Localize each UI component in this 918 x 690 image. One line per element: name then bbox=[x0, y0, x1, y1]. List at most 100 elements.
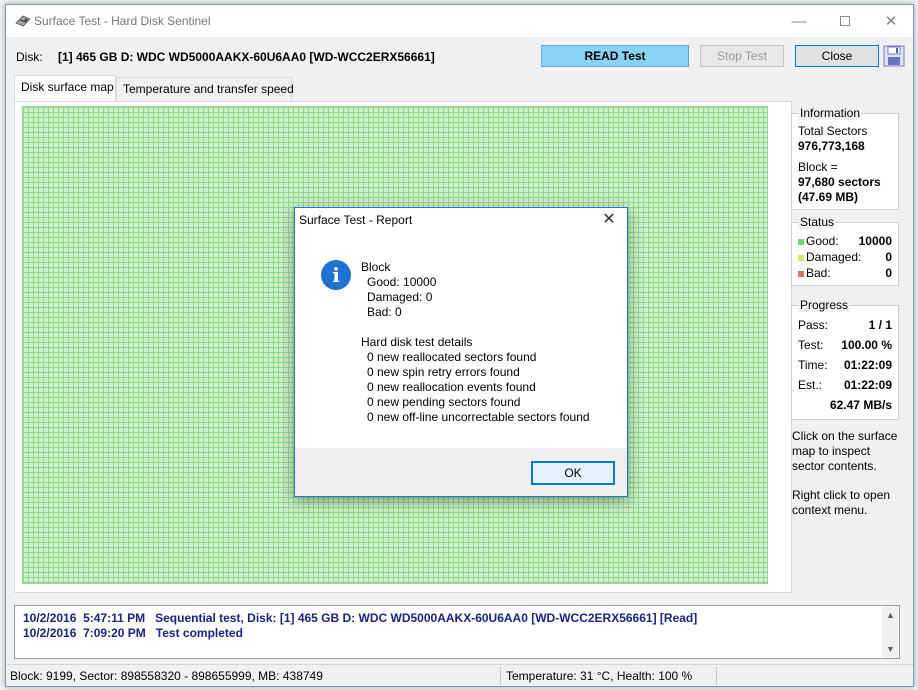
status-bad-row: Bad: 0 bbox=[798, 266, 892, 280]
good-color-swatch bbox=[798, 238, 804, 245]
block-sectors-value: 97,680 sectors bbox=[798, 175, 881, 189]
dialog-detail-1: 0 new reallocated sectors found bbox=[367, 350, 537, 364]
status-block-info: Block: 9199, Sector: 898558320 - 8986559… bbox=[10, 669, 323, 683]
status-bad-value: 0 bbox=[885, 266, 892, 280]
est-value: 01:22:09 bbox=[843, 378, 892, 392]
log-date: 10/2/2016 bbox=[23, 626, 77, 640]
bad-color-swatch bbox=[798, 270, 804, 277]
status-bad-label-wrap: Bad: bbox=[798, 266, 831, 280]
hard-disk-sentinel-icon bbox=[15, 15, 31, 27]
status-good-label: Good: bbox=[806, 234, 839, 248]
progress-test-row: Test: 100.00 % bbox=[798, 338, 892, 352]
status-damaged-label: Damaged: bbox=[806, 250, 862, 264]
speed-value: 62.47 MB/s bbox=[829, 398, 892, 412]
block-mb-row: (47.69 MB) bbox=[798, 190, 892, 204]
log-list[interactable]: 10/2/2016 5:47:11 PM Sequential test, Di… bbox=[14, 605, 900, 659]
status-good-value: 10000 bbox=[858, 234, 892, 248]
total-sectors-row: Total Sectors bbox=[798, 124, 892, 138]
test-value: 100.00 % bbox=[841, 338, 892, 352]
dialog-detail-2: 0 new spin retry errors found bbox=[367, 365, 520, 379]
tab-disk-surface-map[interactable]: Disk surface map bbox=[14, 75, 116, 101]
minimize-icon: — bbox=[791, 12, 807, 30]
window-title: Surface Test - Hard Disk Sentinel bbox=[34, 14, 211, 28]
dialog-details-heading: Hard disk test details bbox=[361, 335, 473, 349]
status-panel: Status Good: 10000 Damaged: 0 Bad: 0 bbox=[791, 215, 899, 286]
maximize-icon bbox=[840, 16, 850, 26]
status-good-label-wrap: Good: bbox=[798, 234, 839, 248]
scroll-up-icon[interactable]: ▲ bbox=[886, 610, 895, 620]
status-divider bbox=[500, 667, 501, 685]
dialog-detail-4: 0 new pending sectors found bbox=[367, 395, 521, 409]
disk-label: Disk: bbox=[16, 50, 43, 64]
progress-est-row: Est.: 01:22:09 bbox=[798, 378, 892, 392]
log-entry: 10/2/2016 7:09:20 PM Test completed bbox=[23, 626, 243, 640]
damaged-color-swatch bbox=[798, 254, 804, 261]
status-damaged-row: Damaged: 0 bbox=[798, 250, 892, 264]
total-sectors-value-row: 976,773,168 bbox=[798, 139, 892, 153]
time-value: 01:22:09 bbox=[843, 358, 892, 372]
status-damaged-label-wrap: Damaged: bbox=[798, 250, 861, 264]
block-mb-value: (47.69 MB) bbox=[798, 190, 859, 204]
status-bad-label: Bad: bbox=[806, 266, 831, 280]
progress-speed-row: 62.47 MB/s bbox=[798, 398, 892, 412]
log-entry: 10/2/2016 5:47:11 PM Sequential test, Di… bbox=[23, 611, 697, 625]
status-divider bbox=[716, 667, 717, 685]
time-label: Time: bbox=[798, 358, 828, 372]
status-legend: Status bbox=[798, 215, 837, 229]
information-legend: Information bbox=[798, 106, 863, 120]
dialog-detail-5: 0 new off-line uncorrectable sectors fou… bbox=[367, 410, 590, 424]
tab-temperature-transfer-speed[interactable]: Temperature and transfer speed bbox=[116, 77, 294, 101]
dialog-title: Surface Test - Report bbox=[299, 213, 413, 227]
close-icon: ✕ bbox=[884, 13, 898, 30]
log-time: 7:09:20 PM bbox=[83, 626, 146, 640]
information-panel: Information Total Sectors 976,773,168 Bl… bbox=[791, 106, 899, 210]
dialog-block-heading: Block bbox=[361, 260, 391, 274]
close-button[interactable]: Close bbox=[795, 45, 879, 67]
block-sectors-row: 97,680 sectors bbox=[798, 175, 892, 189]
read-test-indicator: READ Test bbox=[541, 45, 689, 67]
progress-legend: Progress bbox=[798, 298, 851, 312]
report-dialog: Surface Test - Report ✕ i Block Good: 10… bbox=[294, 207, 628, 497]
block-label: Block = bbox=[798, 160, 838, 174]
est-label: Est.: bbox=[798, 378, 823, 392]
disk-toolbar: Disk: [1] 465 GB D: WDC WD5000AAKX-60U6A… bbox=[6, 41, 913, 71]
log-text: Sequential test, Disk: [1] 465 GB D: WDC… bbox=[155, 611, 698, 625]
stop-test-button[interactable]: Stop Test bbox=[700, 45, 784, 67]
click-hint-line-1: Click on the surface bbox=[792, 429, 898, 443]
dialog-damaged: Damaged: 0 bbox=[367, 290, 433, 304]
info-icon: i bbox=[321, 260, 351, 290]
maximize-button[interactable] bbox=[822, 5, 868, 37]
status-bar: Block: 9199, Sector: 898558320 - 8986559… bbox=[6, 664, 913, 686]
pass-value: 1 / 1 bbox=[868, 318, 892, 332]
dialog-close-button[interactable]: ✕ bbox=[597, 209, 621, 231]
status-good-row: Good: 10000 bbox=[798, 234, 892, 248]
progress-panel: Progress Pass: 1 / 1 Test: 100.00 % Time: 0… bbox=[791, 298, 899, 420]
dialog-good: Good: 10000 bbox=[367, 275, 437, 289]
dialog-bad: Bad: 0 bbox=[367, 305, 402, 319]
minimize-button[interactable]: — bbox=[776, 5, 822, 37]
total-sectors-value: 976,773,168 bbox=[798, 139, 865, 153]
dialog-detail-3: 0 new reallocation events found bbox=[367, 380, 536, 394]
block-row: Block = bbox=[798, 160, 892, 174]
progress-pass-row: Pass: 1 / 1 bbox=[798, 318, 892, 332]
save-icon[interactable] bbox=[883, 45, 905, 67]
log-date: 10/2/2016 bbox=[23, 611, 77, 625]
scroll-down-icon[interactable]: ▼ bbox=[886, 644, 895, 654]
total-sectors-label: Total Sectors bbox=[798, 124, 868, 138]
pass-label: Pass: bbox=[798, 318, 829, 332]
ok-button[interactable]: OK bbox=[531, 461, 615, 485]
title-bar: Surface Test - Hard Disk Sentinel — ✕ bbox=[6, 5, 913, 37]
status-temperature-health: Temperature: 31 °C, Health: 100 % bbox=[506, 669, 693, 683]
close-icon: ✕ bbox=[602, 211, 616, 228]
test-label: Test: bbox=[798, 338, 824, 352]
dialog-footer: OK bbox=[295, 448, 627, 496]
log-text: Test completed bbox=[155, 626, 243, 640]
right-click-hint-line-2: context menu. bbox=[792, 503, 868, 517]
click-hint: Click on the surface map to inspect sect… bbox=[792, 429, 910, 474]
progress-time-row: Time: 01:22:09 bbox=[798, 358, 892, 372]
click-hint-line-2: map to inspect bbox=[792, 444, 871, 458]
right-click-hint-line-1: Right click to open bbox=[792, 488, 891, 502]
window-close-button[interactable]: ✕ bbox=[868, 5, 914, 37]
log-scrollbar[interactable]: ▲ ▼ bbox=[882, 606, 899, 658]
log-time: 5:47:11 PM bbox=[83, 611, 146, 625]
